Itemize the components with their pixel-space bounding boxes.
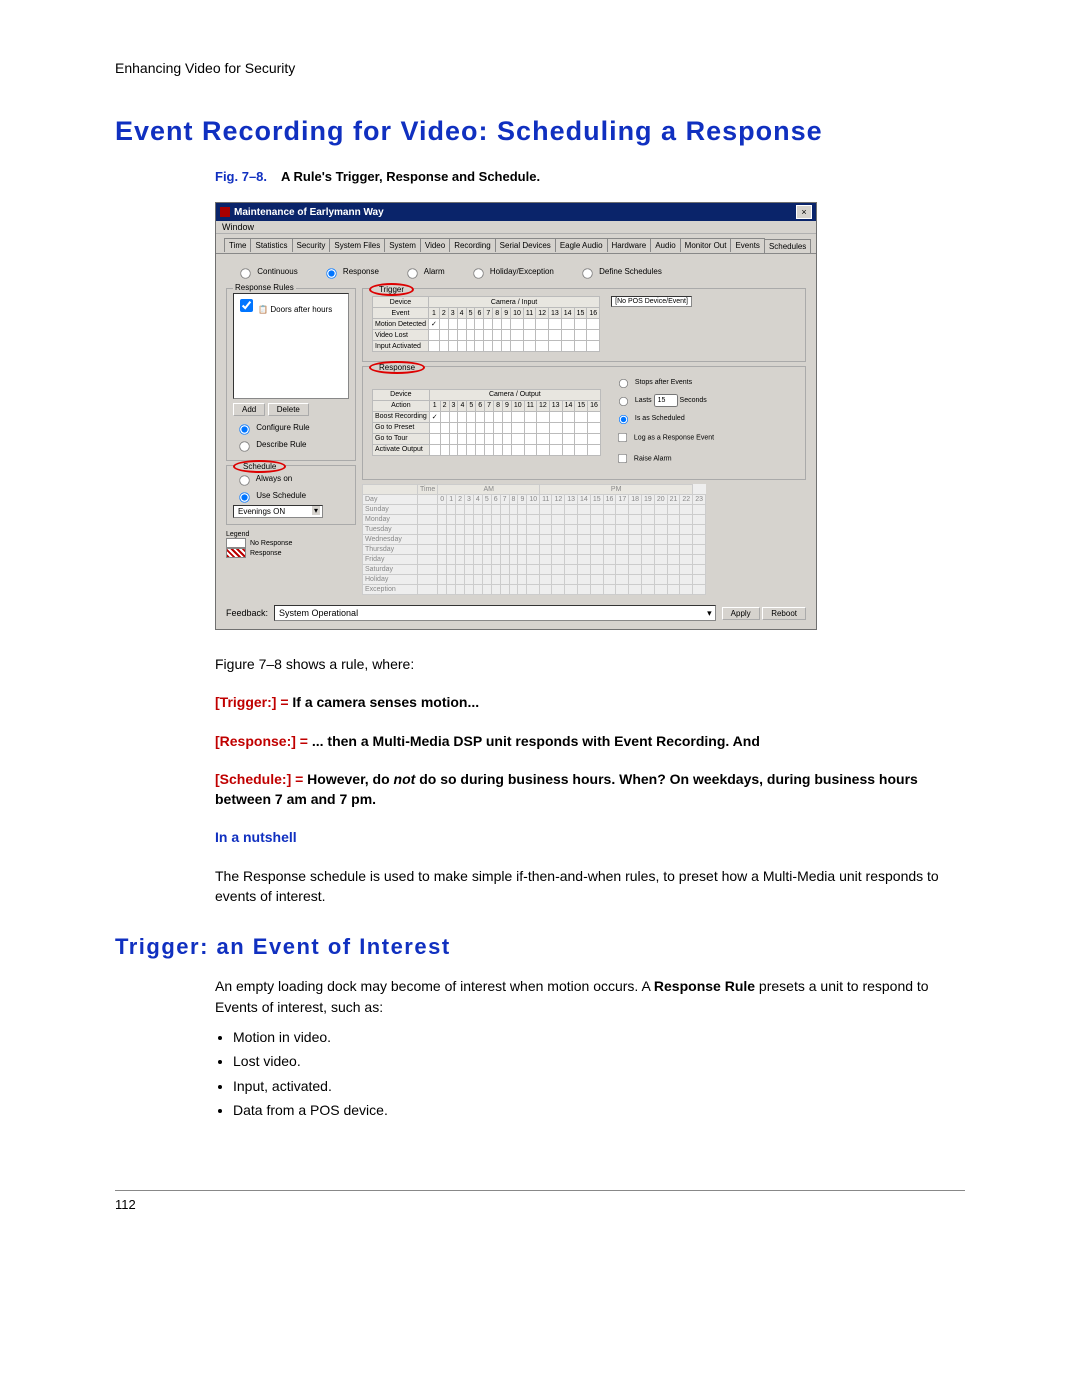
figure-caption: Fig. 7–8. A Rule's Trigger, Response and…	[215, 169, 965, 184]
tab-system[interactable]: System	[384, 238, 421, 252]
schedule-group: Schedule Always on Use Schedule Evenings…	[226, 465, 356, 525]
add-button[interactable]: Add	[233, 403, 265, 416]
close-icon[interactable]: ×	[796, 205, 812, 219]
legend-heading: Legend	[226, 531, 356, 538]
tab-hardware[interactable]: Hardware	[607, 238, 652, 252]
reboot-button[interactable]: Reboot	[762, 607, 806, 620]
swatch-response	[226, 548, 246, 558]
schedule-mode-radios: Continuous Response Alarm Holiday/Except…	[234, 264, 806, 280]
event-bullet: Lost video.	[233, 1051, 945, 1071]
figure-intro-line: Figure 7–8 shows a rule, where:	[215, 654, 945, 674]
tab-events[interactable]: Events	[730, 238, 764, 252]
response-def: [Response:] = ... then a Multi-Media DSP…	[215, 731, 945, 751]
rule-item-checkbox[interactable]	[240, 299, 253, 312]
configure-rule-radio[interactable]	[239, 424, 249, 434]
mode-radio-alarm[interactable]: Alarm	[401, 267, 445, 276]
section-heading-trigger: Trigger: an Event of Interest	[115, 934, 965, 960]
figure-number: Fig. 7–8.	[215, 169, 267, 184]
event-bullet: Input, activated.	[233, 1076, 945, 1096]
trigger-events-para: An empty loading dock may become of inte…	[215, 976, 945, 1017]
tab-statistics[interactable]: Statistics	[250, 238, 292, 252]
nutshell-para: The Response schedule is used to make si…	[215, 866, 945, 907]
swatch-noresponse	[226, 538, 246, 548]
feedback-select[interactable]: System Operational	[274, 605, 716, 621]
tab-schedules[interactable]: Schedules	[764, 239, 811, 254]
tab-system-files[interactable]: System Files	[329, 238, 385, 252]
mode-radio-define-schedules[interactable]: Define Schedules	[576, 267, 662, 276]
figure-title: A Rule's Trigger, Response and Schedule.	[281, 169, 540, 184]
mode-radio-response[interactable]: Response	[320, 267, 379, 276]
response-table[interactable]: DeviceCamera / OutputAction1234567891011…	[372, 389, 601, 456]
trigger-group: Trigger DeviceCamera / InputEvent1234567…	[362, 288, 806, 362]
response-group: Response DeviceCamera / OutputAction1234…	[362, 366, 806, 480]
stops-after-events-radio[interactable]	[619, 379, 628, 388]
schedule-def: [Schedule:] = However, do not do so duri…	[215, 769, 945, 810]
trigger-table[interactable]: DeviceCamera / InputEvent123456789101112…	[372, 296, 600, 352]
tab-recording[interactable]: Recording	[449, 238, 495, 252]
menu-bar[interactable]: Window	[216, 221, 816, 234]
mode-radio-holiday-exception[interactable]: Holiday/Exception	[467, 267, 554, 276]
schedule-timetable[interactable]: TimeAMPMDay01234567891011121314151617181…	[362, 484, 706, 595]
apply-button[interactable]: Apply	[722, 607, 760, 620]
response-rules-group: Response Rules 📋 Doors after hours Add D…	[226, 288, 356, 461]
use-schedule-radio[interactable]	[239, 492, 249, 502]
tab-monitor-out[interactable]: Monitor Out	[680, 238, 732, 252]
event-bullet: Data from a POS device.	[233, 1100, 945, 1120]
legend-group: Legend No Response Response	[226, 531, 356, 558]
nutshell-heading: In a nutshell	[215, 827, 945, 847]
rule-item-label: Doors after hours	[270, 305, 332, 314]
page-title: Event Recording for Video: Scheduling a …	[115, 116, 965, 147]
raise-alarm-checkbox[interactable]	[618, 454, 627, 463]
no-pos-device[interactable]: [No POS Device/Event]	[611, 296, 692, 307]
always-on-radio[interactable]	[239, 475, 249, 485]
tab-strip: TimeStatisticsSecuritySystem FilesSystem…	[216, 234, 816, 254]
tab-audio[interactable]: Audio	[650, 238, 680, 252]
schedule-label: Schedule	[233, 460, 286, 473]
page-number: 112	[115, 1190, 965, 1212]
trigger-def: [Trigger:] = If a camera senses motion..…	[215, 692, 945, 712]
response-rules-label: Response Rules	[233, 283, 296, 292]
event-bullet: Motion in video.	[233, 1027, 945, 1047]
mode-radio-continuous[interactable]: Continuous	[234, 267, 298, 276]
trigger-label: Trigger	[369, 283, 414, 296]
events-list: Motion in video. Lost video. Input, activa…	[233, 1027, 945, 1120]
feedback-label: Feedback:	[226, 608, 268, 618]
response-label: Response	[369, 361, 425, 374]
figure-screenshot: Maintenance of Earlymann Way × Window Ti…	[215, 202, 815, 630]
as-scheduled-radio[interactable]	[619, 415, 628, 424]
lasts-radio[interactable]	[619, 397, 628, 406]
tab-video[interactable]: Video	[420, 238, 450, 252]
window-titlebar: Maintenance of Earlymann Way ×	[216, 203, 816, 221]
app-icon	[220, 207, 230, 217]
delete-button[interactable]: Delete	[268, 403, 309, 416]
lasts-seconds-input[interactable]	[654, 394, 678, 407]
running-header: Enhancing Video for Security	[115, 60, 965, 76]
tab-serial-devices[interactable]: Serial Devices	[495, 238, 556, 252]
describe-rule-radio[interactable]	[239, 441, 249, 451]
window-title: Maintenance of Earlymann Way	[234, 207, 796, 218]
tab-eagle-audio[interactable]: Eagle Audio	[555, 238, 608, 252]
tab-time[interactable]: Time	[224, 238, 251, 252]
rules-listbox[interactable]: 📋 Doors after hours	[233, 293, 349, 399]
log-response-event-checkbox[interactable]	[618, 433, 627, 442]
schedule-select[interactable]: Evenings ON	[233, 505, 323, 518]
tab-security[interactable]: Security	[292, 238, 331, 252]
